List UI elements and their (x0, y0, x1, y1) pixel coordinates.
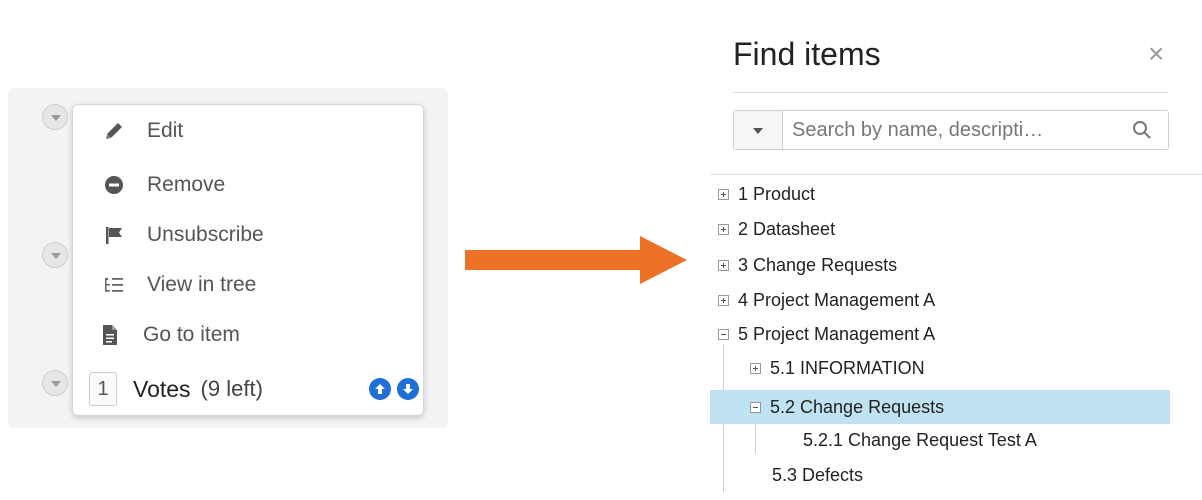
menu-item-edit[interactable]: Edit (73, 109, 423, 153)
arrow-down-icon (403, 384, 413, 394)
menu-item-remove[interactable]: Remove (73, 163, 423, 207)
search-icon[interactable] (1132, 120, 1152, 140)
vote-count: 1 (89, 372, 117, 406)
tree-node-label: 5.2 Change Requests (770, 396, 945, 417)
row-menu-toggle[interactable] (42, 104, 68, 130)
collapse-icon[interactable] (718, 328, 729, 340)
menu-item-label: Edit (147, 119, 184, 142)
votes-row: 1 Votes (9 left) (89, 367, 419, 411)
tree-node-label: 2 Datasheet (738, 218, 836, 239)
menu-item-view-in-tree[interactable]: View in tree (73, 263, 423, 307)
right-arrow-icon (465, 236, 687, 284)
tree-node[interactable]: 5.3 Defects (772, 459, 1152, 491)
divider (733, 92, 1168, 93)
menu-item-go-to-item[interactable]: Go to item (73, 313, 423, 357)
tree-list-icon (99, 273, 129, 297)
pencil-icon (99, 119, 129, 143)
tree-node[interactable]: 5 Project Management A (718, 318, 1158, 350)
vote-down-button[interactable] (397, 378, 419, 400)
expand-icon[interactable] (718, 294, 729, 306)
tree-node-label: 4 Project Management A (738, 289, 936, 310)
flag-icon (99, 223, 129, 247)
vote-up-button[interactable] (369, 378, 391, 400)
search-input[interactable] (792, 111, 1122, 149)
menu-item-unsubscribe[interactable]: Unsubscribe (73, 213, 423, 257)
context-menu: Edit Remove Unsubscribe View in tree Go … (72, 104, 424, 416)
collapse-icon[interactable] (750, 401, 761, 413)
tree-node[interactable]: 4 Project Management A (718, 284, 1158, 316)
tree-node[interactable]: 1 Product (718, 178, 1158, 210)
tree-node-label: 5 Project Management A (738, 323, 936, 344)
minus-circle-icon (99, 173, 129, 197)
divider (710, 174, 1202, 175)
panel-title: Find items (733, 36, 881, 72)
search-box (733, 110, 1169, 150)
tree-node[interactable]: 3 Change Requests (718, 249, 1158, 281)
menu-item-label: Remove (147, 173, 226, 196)
tree-node-label: 5.3 Defects (772, 464, 864, 485)
votes-label: Votes (133, 375, 191, 402)
close-icon[interactable]: × (1148, 38, 1164, 70)
expand-icon[interactable] (718, 188, 729, 200)
tree-node-label: 1 Product (738, 183, 816, 204)
menu-item-label: Go to item (143, 323, 240, 346)
tree-node-label: 5.2.1 Change Request Test A (803, 429, 1037, 450)
menu-item-label: View in tree (147, 273, 257, 296)
expand-icon[interactable] (718, 223, 729, 235)
votes-remaining: (9 left) (200, 376, 263, 401)
expand-icon[interactable] (718, 259, 729, 271)
menu-item-label: Unsubscribe (147, 223, 264, 246)
arrow-up-icon (375, 384, 385, 394)
document-icon (95, 323, 125, 347)
tree-node[interactable]: 5.2.1 Change Request Test A (803, 424, 1163, 456)
tree-node-selected[interactable]: 5.2 Change Requests (710, 390, 1170, 424)
search-scope-dropdown[interactable] (734, 111, 783, 149)
expand-icon[interactable] (750, 362, 761, 374)
row-menu-toggle[interactable] (42, 242, 68, 268)
tree-node-label: 3 Change Requests (738, 254, 898, 275)
row-menu-toggle[interactable] (42, 370, 68, 396)
tree-node[interactable]: 2 Datasheet (718, 213, 1158, 245)
tree-node[interactable]: 5.1 INFORMATION (750, 352, 1158, 384)
tree-node-label: 5.1 INFORMATION (770, 357, 925, 378)
